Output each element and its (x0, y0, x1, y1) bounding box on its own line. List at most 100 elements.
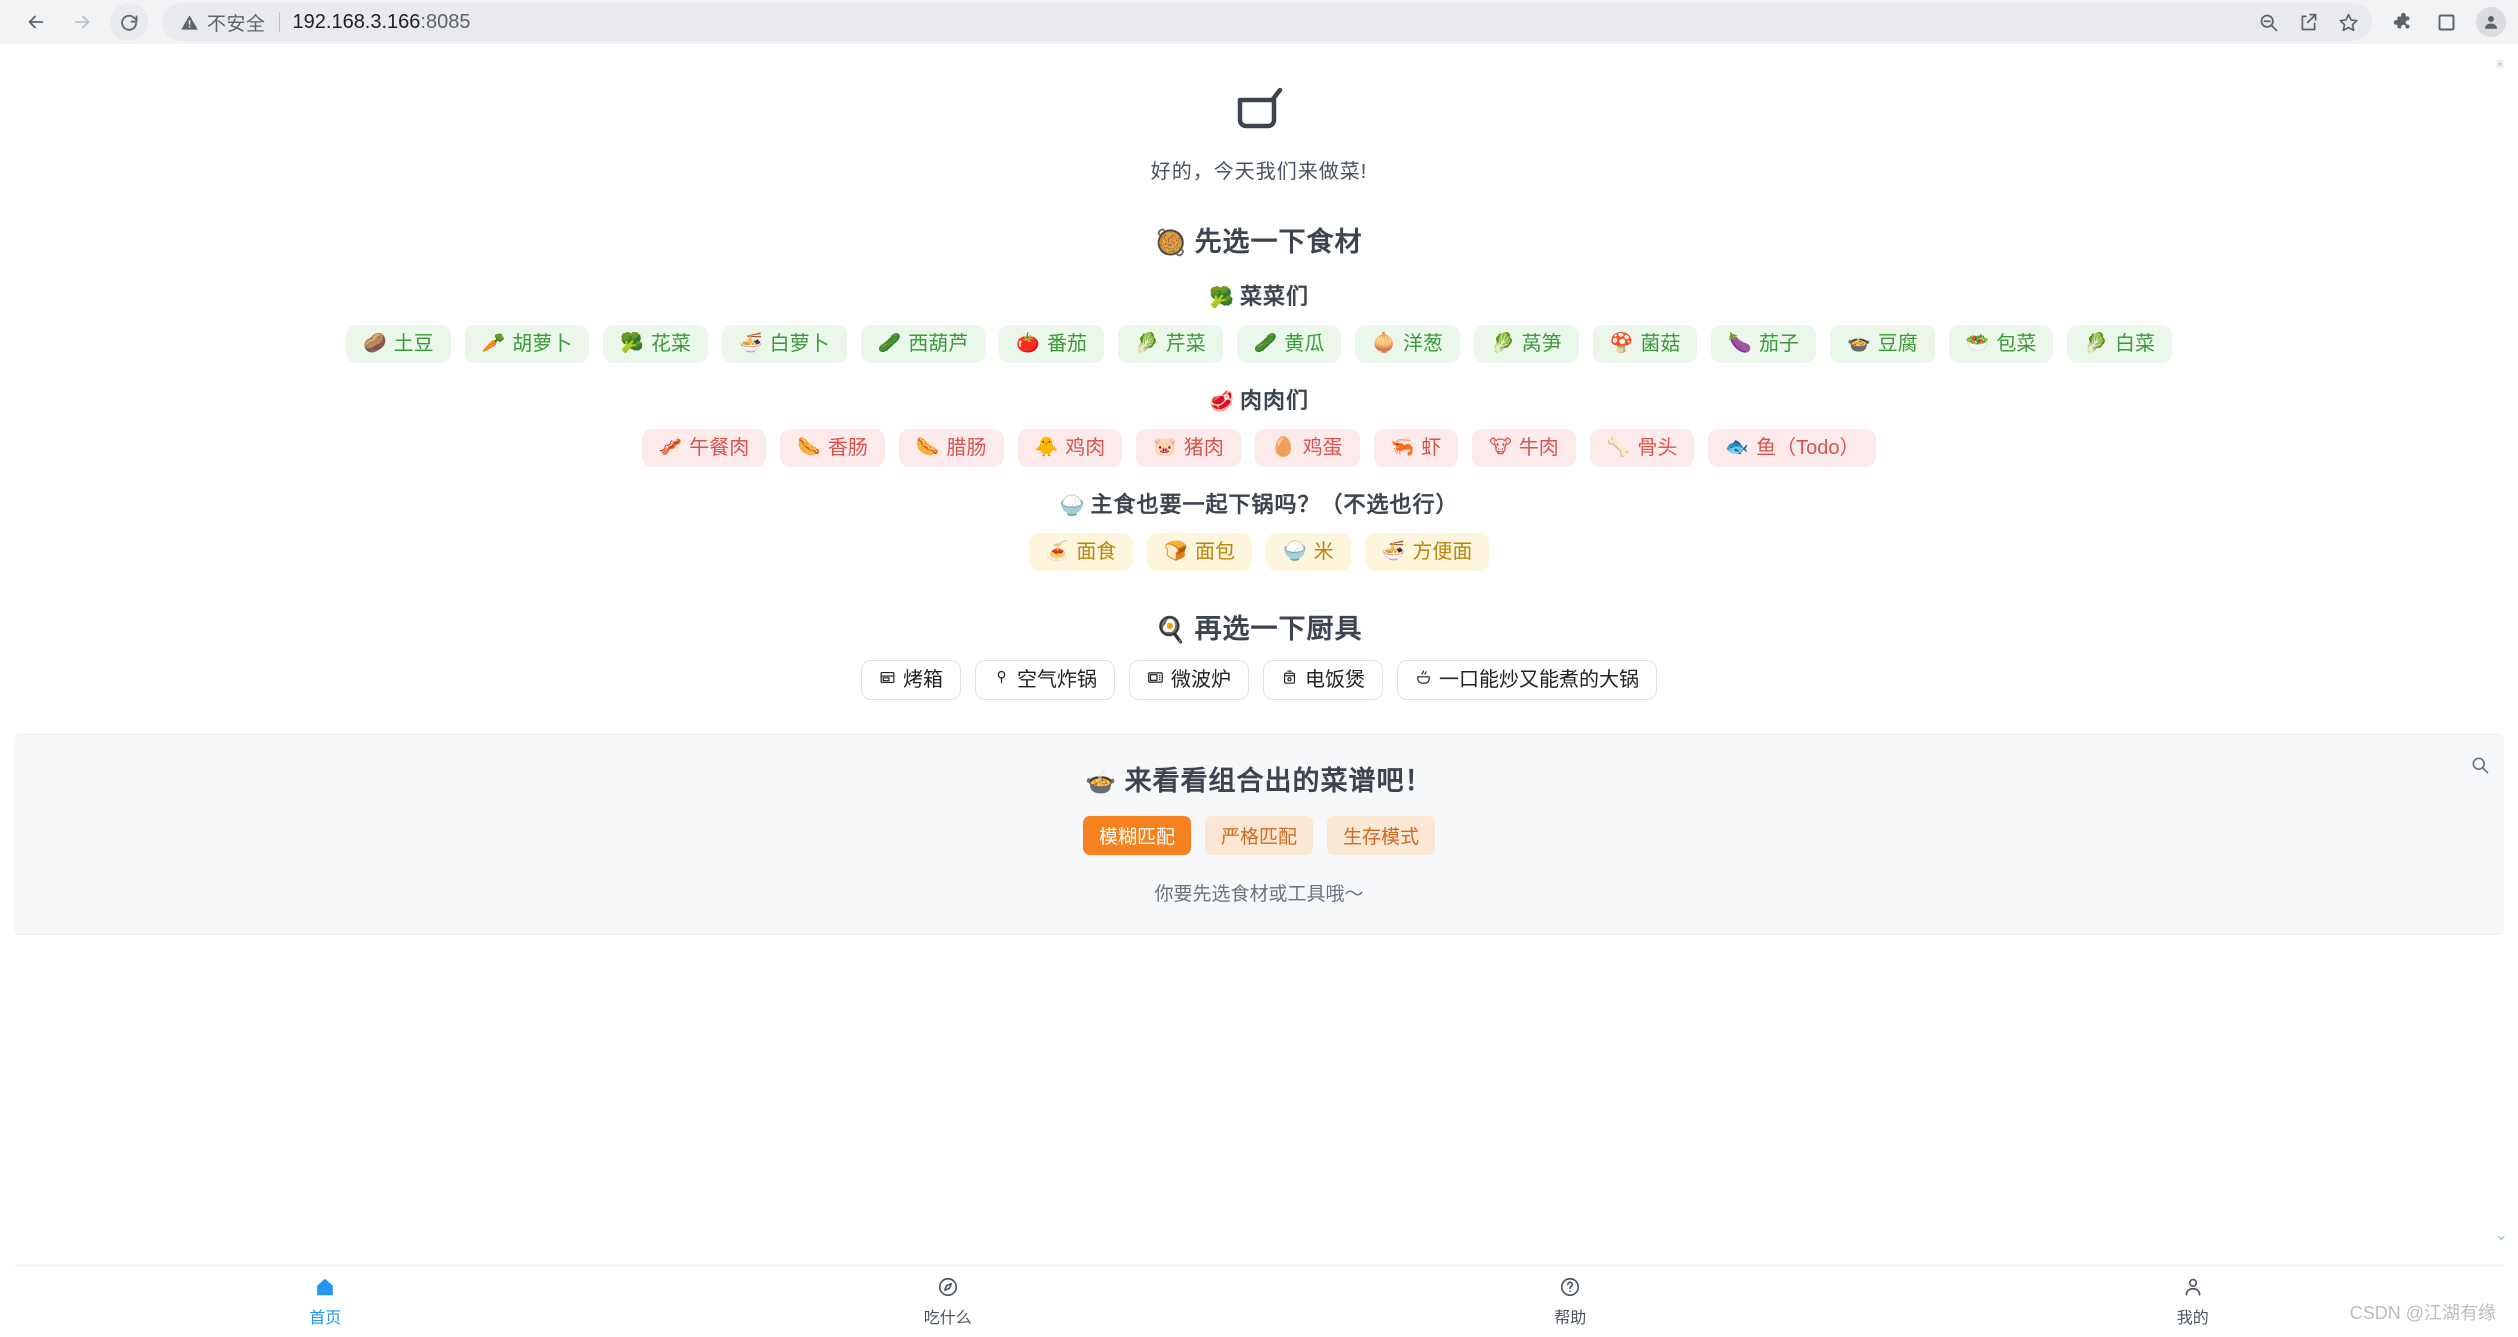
vegetables-subtitle: 🥦 菜菜们 (0, 279, 2518, 311)
bottom-navigation: 首页 吃什么 帮助 我的 (14, 1265, 2504, 1337)
chip-meat[interactable]: 🦴 骨头 (1589, 429, 1695, 467)
chip-tool-rice-cooker[interactable]: 电饭煲 (1263, 660, 1383, 700)
rice-bowl-icon: 🍚 (1059, 495, 1086, 517)
chip-vegetable[interactable]: 🍅 番茄 (999, 325, 1104, 363)
chip-vegetable[interactable]: 🧅 洋葱 (1355, 325, 1460, 363)
tab-fuzzy-match[interactable]: 模糊匹配 (1082, 816, 1191, 855)
chip-label: 面食 (1076, 541, 1117, 563)
chip-vegetable[interactable]: 🥬 莴笋 (1474, 325, 1579, 363)
forward-button[interactable] (60, 0, 104, 44)
bookmark-button[interactable] (2328, 2, 2368, 42)
chip-label: 面包 (1195, 541, 1235, 563)
chip-vegetable[interactable]: 🥔 土豆 (345, 325, 451, 363)
chip-tool-microwave[interactable]: 微波炉 (1129, 660, 1249, 700)
watermark: CSDN @江湖有缘 (2349, 1303, 2496, 1323)
chip-emoji-icon: 🥒 (877, 332, 902, 354)
chip-vegetable[interactable]: 🥕 胡萝卜 (464, 325, 590, 363)
tabbar-item-what-to-eat[interactable]: 吃什么 (637, 1276, 1260, 1328)
chip-label: 花菜 (650, 333, 691, 355)
bookmark-star-icon (2338, 13, 2358, 31)
tab-survival-mode[interactable]: 生存模式 (1327, 816, 1436, 855)
chip-label: 胡萝卜 (512, 333, 573, 355)
chip-label: 番茄 (1046, 333, 1087, 355)
tools-section-title: 🍳 再选一下厨具 (0, 607, 2518, 646)
omnibox-actions (2244, 3, 2372, 41)
chip-vegetable[interactable]: 🥬 白菜 (2067, 325, 2173, 363)
results-search-button[interactable] (2470, 755, 2490, 780)
tabbar-label: 我的 (2176, 1309, 2209, 1327)
chip-emoji-icon: 🥓 (658, 436, 683, 458)
chip-emoji-icon: 🥦 (620, 332, 644, 354)
home-icon (317, 1278, 334, 1295)
search-icon (2472, 757, 2489, 774)
chip-label: 烤箱 (903, 669, 943, 691)
chip-meat[interactable]: 🐷 猪肉 (1136, 429, 1241, 467)
chip-emoji-icon: 🌭 (915, 436, 940, 458)
extensions-button[interactable] (2382, 2, 2422, 42)
chip-vegetable[interactable]: 🥗 包菜 (1948, 325, 2054, 363)
reload-button[interactable] (110, 3, 148, 41)
chip-label: 西葫芦 (908, 333, 969, 355)
chip-label: 鸡肉 (1065, 437, 1106, 459)
tabbar-item-home[interactable]: 首页 (14, 1276, 637, 1328)
chip-vegetable[interactable]: 🍜 白萝卜 (721, 325, 847, 363)
chip-meat[interactable]: 🐥 鸡肉 (1017, 429, 1123, 467)
zoom-out-button[interactable] (2248, 2, 2288, 42)
oven-icon (879, 668, 896, 692)
reload-icon (120, 14, 137, 31)
chip-emoji-icon: 🍜 (1381, 540, 1406, 562)
chip-meat[interactable]: 🐟 鱼（Todo） (1708, 429, 1877, 467)
share-button[interactable] (2288, 2, 2328, 42)
chip-meat[interactable]: 🐮 牛肉 (1472, 429, 1576, 467)
chip-meat[interactable]: 🌭 腊肠 (898, 429, 1004, 467)
chip-staple[interactable]: 🍞 面包 (1147, 533, 1252, 571)
chip-tool-air-fryer[interactable]: 空气炸锅 (975, 660, 1115, 700)
chip-tool-wok[interactable]: 一口能炒又能煮的大锅 (1397, 660, 1657, 700)
chip-vegetable[interactable]: 🍲 豆腐 (1830, 325, 1935, 363)
chip-emoji-icon: 🌭 (797, 436, 821, 458)
chip-meat[interactable]: 🦐 虾 (1373, 429, 1459, 467)
chip-label: 白菜 (2115, 333, 2156, 355)
pot-of-food-icon: 🍲 (1085, 768, 1118, 796)
tabbar-item-help[interactable]: 帮助 (1259, 1276, 1882, 1328)
chip-meat[interactable]: 🌭 香肠 (780, 429, 885, 467)
chip-label: 香肠 (827, 437, 868, 459)
navigation-buttons (14, 0, 148, 44)
chip-vegetable[interactable]: 🥒 西葫芦 (860, 325, 986, 363)
browser-toolbar-icons (2244, 0, 2506, 44)
chip-staple[interactable]: 🍜 方便面 (1364, 533, 1490, 571)
chip-vegetable[interactable]: 🥒 黄瓜 (1236, 325, 1342, 363)
chip-emoji-icon: 🍚 (1283, 540, 1307, 562)
chip-meat[interactable]: 🥚 鸡蛋 (1254, 429, 1360, 467)
meat-title-text: 肉肉们 (1239, 388, 1309, 413)
chip-vegetable[interactable]: 🍄 菌菇 (1592, 325, 1698, 363)
app-header: 好的，今天我们来做菜! (0, 86, 2518, 184)
chip-emoji-icon: 🥬 (1134, 332, 1159, 354)
chip-label: 腊肠 (946, 437, 987, 459)
tabbar-label: 吃什么 (923, 1309, 972, 1327)
chip-meat[interactable]: 🥓 午餐肉 (641, 429, 767, 467)
chip-tool-oven[interactable]: 烤箱 (861, 660, 961, 700)
side-panel-button[interactable] (2426, 2, 2466, 42)
forward-arrow-icon (74, 15, 90, 29)
chip-vegetable[interactable]: 🍆 茄子 (1711, 325, 1817, 363)
chip-emoji-icon: 🍄 (1609, 332, 1634, 354)
side-panel-icon (2438, 14, 2454, 30)
browser-toolbar: 不安全 192.168.3.166:8085 (0, 0, 2518, 44)
chip-label: 包菜 (1996, 333, 2037, 355)
paella-icon: 🥘 (1155, 229, 1188, 257)
profile-button[interactable] (2476, 7, 2506, 37)
chip-staple[interactable]: 🍚 米 (1266, 533, 1351, 571)
chip-emoji-icon: 🍆 (1728, 332, 1753, 354)
chip-vegetable[interactable]: 🥬 芹菜 (1117, 325, 1223, 363)
help-icon (1561, 1277, 1580, 1296)
tab-strict-match[interactable]: 严格匹配 (1204, 816, 1313, 855)
zoom-out-icon (2260, 14, 2277, 31)
url-host: 192.168.3.166 (292, 10, 421, 33)
back-button[interactable] (14, 0, 58, 44)
address-bar[interactable]: 不安全 192.168.3.166:8085 (162, 3, 2312, 41)
page-content: ✳ 好的，今天我们来做菜! 🥘 先选一下食材 🥦 菜菜们 🥔 土豆 🥕 胡萝卜 🥦 花菜 … (0, 44, 2518, 1337)
chip-vegetable[interactable]: 🥦 花菜 (603, 325, 708, 363)
chip-staple[interactable]: 🍝 面食 (1028, 533, 1134, 571)
tabbar-label: 首页 (309, 1309, 342, 1327)
